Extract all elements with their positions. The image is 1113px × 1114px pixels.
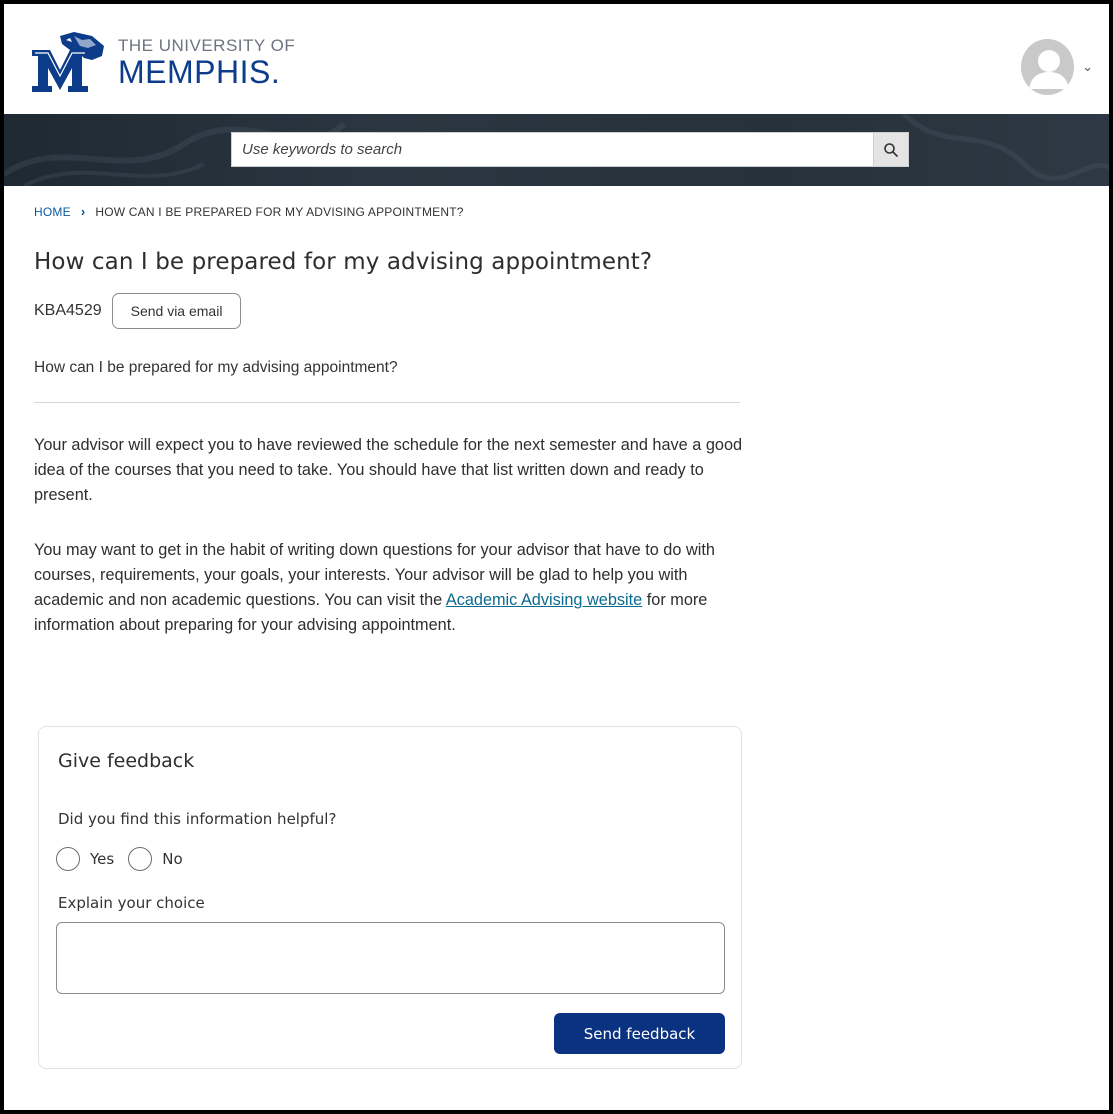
tiger-m-logo-icon — [32, 32, 104, 92]
feedback-title: Give feedback — [58, 750, 195, 772]
send-feedback-button[interactable]: Send feedback — [554, 1013, 725, 1054]
send-via-email-button[interactable]: Send via email — [111, 293, 242, 329]
university-logo[interactable]: THE UNIVERSITY OF MEMPHIS. — [30, 30, 295, 94]
search-bar — [231, 132, 909, 167]
academic-advising-link[interactable]: Academic Advising website — [446, 591, 642, 609]
radio-yes-circle[interactable] — [56, 847, 80, 871]
radio-yes-label: Yes — [90, 850, 115, 868]
article-paragraph-2: You may want to get in the habit of writ… — [34, 538, 744, 638]
radio-no-circle[interactable] — [128, 847, 153, 871]
breadcrumb-current: HOW CAN I BE PREPARED FOR MY ADVISING AP… — [95, 204, 464, 219]
logo-line-2: MEMPHIS. — [118, 53, 281, 90]
page-title: How can I be prepared for my advising ap… — [34, 249, 653, 275]
breadcrumb-home-link[interactable]: HOME — [34, 205, 71, 219]
article-paragraph-1: Your advisor will expect you to have rev… — [34, 436, 743, 504]
user-avatar-icon — [1021, 39, 1075, 95]
radio-no[interactable]: No — [128, 847, 183, 871]
page-frame: THE UNIVERSITY OF MEMPHIS. ⌄ Use keyword… — [0, 0, 1113, 1114]
feedback-card: Give feedback Did you find this informat… — [38, 726, 742, 1069]
article-content: HOME › HOW CAN I BE PREPARED FOR MY ADVI… — [34, 204, 744, 638]
explain-choice-label: Explain your choice — [58, 894, 205, 912]
article-meta: KBA4529 Send via email — [34, 293, 744, 329]
divider — [34, 402, 740, 403]
logo-line-1: THE UNIVERSITY OF — [118, 35, 296, 55]
search-icon — [884, 142, 898, 157]
feedback-question: Did you find this information helpful? — [58, 810, 337, 828]
chevron-down-icon: ⌄ — [1082, 59, 1093, 74]
article-number: KBA4529 — [34, 302, 102, 319]
search-button[interactable] — [873, 132, 909, 167]
site-header: THE UNIVERSITY OF MEMPHIS. ⌄ — [4, 4, 1109, 114]
breadcrumb: HOME › HOW CAN I BE PREPARED FOR MY ADVI… — [34, 204, 744, 219]
search-input[interactable] — [231, 132, 873, 167]
radio-yes[interactable]: Yes — [56, 847, 114, 871]
search-banner — [4, 114, 1109, 186]
radio-no-label: No — [162, 850, 183, 868]
article-subtitle: How can I be prepared for my advising ap… — [34, 359, 398, 376]
user-menu[interactable]: ⌄ — [1021, 38, 1093, 96]
helpful-radio-group: Yes No — [56, 847, 183, 871]
explain-choice-textarea[interactable] — [56, 922, 725, 994]
breadcrumb-separator-icon: › — [80, 204, 86, 219]
